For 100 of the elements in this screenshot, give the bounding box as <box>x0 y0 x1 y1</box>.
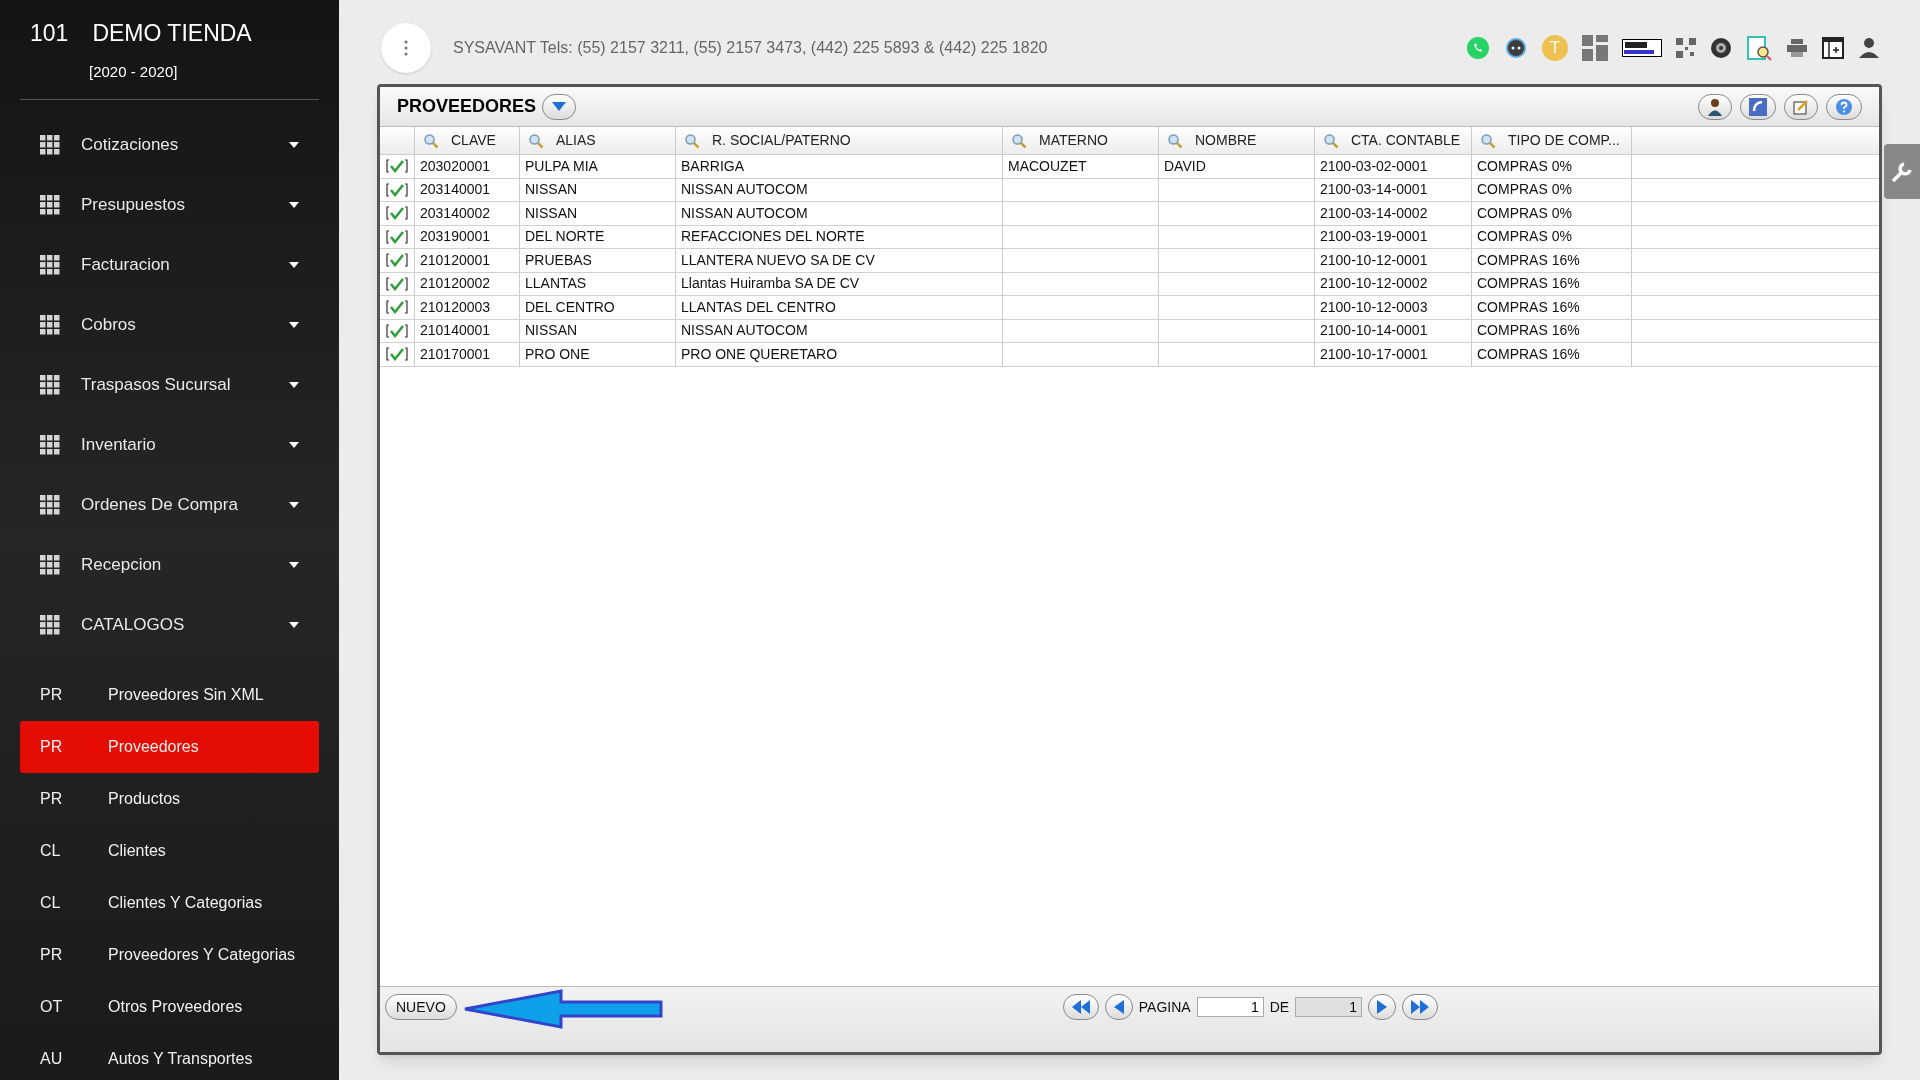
checkbox-icon[interactable] <box>385 346 409 363</box>
search-icon[interactable] <box>1167 132 1183 149</box>
table-cell-text: 2100-03-02-0001 <box>1320 156 1428 176</box>
user-icon[interactable] <box>1858 37 1880 59</box>
checkbox-icon[interactable] <box>385 181 409 198</box>
checkbox-icon[interactable] <box>385 322 409 339</box>
table-cell-text: NISSAN <box>525 203 578 223</box>
add-layout-icon[interactable] <box>1822 37 1844 59</box>
last-page-button[interactable] <box>1402 994 1439 1020</box>
caret-icon <box>289 622 299 628</box>
search-icon[interactable] <box>423 132 439 149</box>
contact-button[interactable] <box>1698 93 1732 120</box>
column-header[interactable]: CTA. CONTABLE <box>1315 127 1472 154</box>
printer-icon[interactable] <box>1786 38 1808 58</box>
catalog-item[interactable]: AU Autos Y Transportes <box>20 1033 319 1080</box>
more-vertical-icon <box>404 40 408 56</box>
table-cell-text: 2100-03-14-0001 <box>1320 180 1428 200</box>
menu-item[interactable]: Cobros <box>0 295 339 355</box>
person-icon <box>1707 97 1723 116</box>
table-cell-text: COMPRAS 16% <box>1477 344 1580 364</box>
menu-item[interactable]: Presupuestos <box>0 175 339 235</box>
checkbox-icon[interactable] <box>385 228 409 245</box>
checkbox-icon[interactable] <box>385 205 409 222</box>
column-header[interactable]: CLAVE <box>415 127 520 154</box>
catalog-item[interactable]: PR Proveedores Y Categorias <box>20 929 319 981</box>
page-field[interactable]: 1 <box>1196 997 1264 1017</box>
total-pages-field[interactable]: 1 <box>1295 997 1363 1017</box>
menu-item[interactable]: Inventario <box>0 415 339 475</box>
checkbox-icon[interactable] <box>385 158 409 175</box>
grid-icon <box>40 435 60 455</box>
catalog-item[interactable]: CL Clientes Y Categorias <box>20 877 319 929</box>
contact-info: SYSAVANT Tels: (55) 2157 3211, (55) 2157 3473, (442) 225 5893 & (442) 225 1820 <box>453 38 1049 58</box>
menu-item[interactable]: Recepcion <box>0 535 339 595</box>
double-left-icon <box>1071 1000 1090 1014</box>
previous-page-button[interactable] <box>1104 994 1133 1020</box>
first-page-button[interactable] <box>1062 994 1099 1020</box>
checkbox-icon[interactable] <box>385 299 409 316</box>
caret-icon <box>289 442 299 448</box>
column-header[interactable]: NOMBRE <box>1159 127 1315 154</box>
next-page-button[interactable] <box>1368 994 1397 1020</box>
page-label: PAGINA <box>1138 997 1191 1017</box>
table-cell-text: 2100-03-14-0002 <box>1320 203 1428 223</box>
menu-item[interactable]: Facturacion <box>0 235 339 295</box>
table-cell-text: Llantas Huiramba SA DE CV <box>681 274 860 294</box>
caret-icon <box>289 202 299 208</box>
menu-item[interactable]: Traspasos Sucursal <box>0 355 339 415</box>
new-button[interactable]: NUEVO <box>385 994 457 1020</box>
column-header[interactable]: ALIAS <box>520 127 676 154</box>
menu-item[interactable]: Cotizaciones <box>0 115 339 175</box>
checkbox-icon[interactable] <box>385 252 409 269</box>
search-icon[interactable] <box>1011 132 1027 149</box>
table-cell-text: 2100-10-17-0001 <box>1320 344 1428 364</box>
search-icon[interactable] <box>684 132 700 149</box>
caret-icon <box>289 322 299 328</box>
table-cell-text: PRUEBAS <box>525 250 592 270</box>
table-cell-text: 2100-10-12-0001 <box>1320 250 1428 270</box>
wrench-icon[interactable] <box>1890 159 1914 184</box>
qr-code-icon[interactable] <box>1676 38 1696 58</box>
checkbox-icon[interactable] <box>385 275 409 292</box>
table-cell-text: 2100-10-12-0003 <box>1320 297 1428 317</box>
grid-icon <box>40 255 60 275</box>
phone-button[interactable] <box>1740 93 1776 120</box>
help-button[interactable] <box>1826 93 1862 120</box>
catalog-item[interactable]: PR Proveedores <box>20 721 319 773</box>
table-cell-text: LLANTAS DEL CENTRO <box>681 297 836 317</box>
catalog-item[interactable]: OT Otros Proveedores <box>20 981 319 1033</box>
search-icon[interactable] <box>1480 132 1496 149</box>
column-header[interactable]: TIPO DE COMP... <box>1472 127 1632 154</box>
menu-item[interactable]: Ordenes De Compra <box>0 475 339 535</box>
caret-icon <box>289 502 299 508</box>
double-right-icon <box>1411 1000 1430 1014</box>
catalog-item[interactable]: CL Clientes <box>20 825 319 877</box>
table-cell-text: DEL NORTE <box>525 227 605 247</box>
table-cell-text: PRO ONE QUERETARO <box>681 344 838 364</box>
clipboard-search-icon[interactable] <box>1746 34 1772 62</box>
edit-icon <box>1793 98 1809 115</box>
table-cell-text: NISSAN <box>525 321 578 341</box>
caret-icon <box>289 382 299 388</box>
catalog-item[interactable]: PR Proveedores Sin XML <box>20 669 319 721</box>
table-cell-text: NISSAN AUTOCOM <box>681 180 808 200</box>
column-header[interactable]: MATERNO <box>1003 127 1159 154</box>
dashboard-icon[interactable] <box>1582 35 1608 61</box>
search-icon[interactable] <box>528 132 544 149</box>
search-icon[interactable] <box>1323 132 1339 149</box>
catalog-item[interactable]: PR Productos <box>20 773 319 825</box>
table-cell-text: COMPRAS 0% <box>1477 227 1572 247</box>
grid-icon <box>40 135 60 155</box>
table-cell-text: 203140001 <box>420 180 491 200</box>
xml-file-icon[interactable] <box>1622 39 1662 57</box>
dropdown-button[interactable] <box>542 93 577 120</box>
edit-button[interactable] <box>1784 93 1818 120</box>
tire-icon[interactable] <box>1710 37 1732 59</box>
table-cell-text: COMPRAS 16% <box>1477 274 1580 294</box>
menu-item[interactable]: CATALOGOS <box>0 595 339 655</box>
grid-icon <box>40 315 60 335</box>
caret-icon <box>289 562 299 568</box>
table-cell-text: NISSAN <box>525 180 578 200</box>
column-header[interactable]: R. SOCIAL/PATERNO <box>676 127 1003 154</box>
table-cell-text: LLANTAS <box>525 274 587 294</box>
period-label: [2020 - 2020] <box>89 61 178 82</box>
